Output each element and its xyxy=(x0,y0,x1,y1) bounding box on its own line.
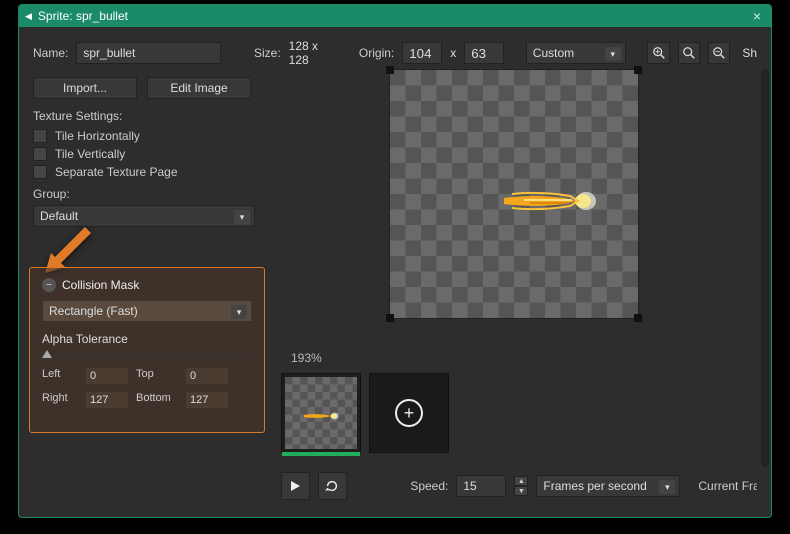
window-title: Sprite: spr_bullet xyxy=(38,9,749,23)
origin-label: Origin: xyxy=(359,46,394,60)
bullet-sprite-icon xyxy=(304,410,340,422)
zoom-in-button[interactable] xyxy=(647,42,669,64)
slider-thumb-icon xyxy=(42,350,52,358)
stepper-down-icon[interactable]: ▼ xyxy=(514,486,528,496)
mask-heading: Collision Mask xyxy=(62,278,139,292)
origin-mode-value: Custom xyxy=(533,46,574,60)
frame-progress-bar xyxy=(282,452,360,456)
speed-stepper[interactable]: ▲ ▼ xyxy=(514,476,528,496)
left-label: Left xyxy=(42,368,86,384)
caret-down-icon: ▾ xyxy=(234,210,250,224)
sprite-preview[interactable] xyxy=(389,69,639,319)
size-label: Size: xyxy=(254,46,281,60)
plus-icon: + xyxy=(395,399,423,427)
current-frame-label: Current Fra xyxy=(698,479,757,493)
zoom-reset-button[interactable] xyxy=(678,42,700,64)
loop-button[interactable] xyxy=(318,472,347,500)
resize-handle[interactable] xyxy=(634,66,642,74)
left-input[interactable]: 0 xyxy=(86,368,128,384)
origin-y-input[interactable] xyxy=(464,42,504,64)
name-input[interactable] xyxy=(76,42,221,64)
speed-mode-value: Frames per second xyxy=(543,479,646,493)
origin-x-input[interactable] xyxy=(402,42,442,64)
group-value: Default xyxy=(40,209,78,223)
mask-shape-select[interactable]: Rectangle (Fast) ▾ xyxy=(42,300,252,322)
origin-sep: x xyxy=(450,46,456,60)
titlebar[interactable]: ◀ Sprite: spr_bullet × xyxy=(19,5,771,27)
alpha-tolerance-label: Alpha Tolerance xyxy=(42,332,252,346)
caret-down-icon: ▾ xyxy=(231,305,247,319)
group-select[interactable]: Default ▾ xyxy=(33,205,255,227)
truncated-label: Sh xyxy=(742,46,757,60)
resize-handle[interactable] xyxy=(634,314,642,322)
stepper-up-icon[interactable]: ▲ xyxy=(514,476,528,486)
collision-mask-panel: − Collision Mask Rectangle (Fast) ▾ Alph… xyxy=(29,267,265,433)
right-label: Right xyxy=(42,392,86,408)
speed-input[interactable] xyxy=(456,475,506,497)
caret-down-icon: ▾ xyxy=(659,480,675,494)
scrollbar-vertical[interactable] xyxy=(761,69,769,467)
bottom-input[interactable]: 127 xyxy=(186,392,228,408)
top-label: Top xyxy=(136,368,186,384)
alpha-tolerance-slider[interactable] xyxy=(42,352,252,358)
bullet-sprite-icon xyxy=(504,188,600,214)
checkbox-icon xyxy=(33,129,47,143)
caret-down-icon: ▾ xyxy=(605,47,621,61)
checkbox-icon xyxy=(33,165,47,179)
checkbox-icon xyxy=(33,147,47,161)
mask-shape-value: Rectangle (Fast) xyxy=(49,304,138,318)
size-value: 128 x 128 xyxy=(289,39,338,67)
name-label: Name: xyxy=(33,46,68,60)
top-input[interactable]: 0 xyxy=(186,368,228,384)
speed-label: Speed: xyxy=(410,479,448,493)
collapse-icon: ◀ xyxy=(25,11,32,22)
zoom-out-button[interactable] xyxy=(708,42,730,64)
speed-mode-select[interactable]: Frames per second ▾ xyxy=(536,475,680,497)
frame-thumbnail[interactable] xyxy=(281,373,361,453)
add-frame-button[interactable]: + xyxy=(369,373,449,453)
edit-image-button[interactable]: Edit Image xyxy=(147,77,251,99)
right-input[interactable]: 127 xyxy=(86,392,128,408)
highlight-arrow-icon xyxy=(43,225,89,271)
bottom-label: Bottom xyxy=(136,392,186,408)
import-button[interactable]: Import... xyxy=(33,77,137,99)
zoom-level: 193% xyxy=(291,351,322,365)
collapse-icon[interactable]: − xyxy=(42,278,56,292)
resize-handle[interactable] xyxy=(386,66,394,74)
close-icon[interactable]: × xyxy=(749,8,765,24)
play-button[interactable] xyxy=(281,472,310,500)
resize-handle[interactable] xyxy=(386,314,394,322)
origin-mode-select[interactable]: Custom ▾ xyxy=(526,42,626,64)
